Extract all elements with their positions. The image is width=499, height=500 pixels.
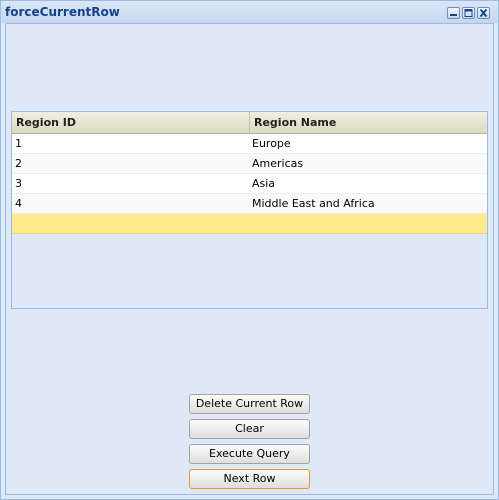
selected-table-row[interactable]	[12, 214, 487, 234]
cell-region-name: Middle East and Africa	[252, 197, 375, 210]
table-row[interactable]: 1 Europe	[12, 134, 487, 154]
close-icon[interactable]	[477, 7, 490, 19]
window: forceCurrentRow Region ID Region Name 1 …	[0, 0, 499, 500]
grid-rows: 1 Europe 2 Americas 3 Asia 4 Middle East…	[12, 134, 487, 234]
cell-region-name	[249, 214, 252, 233]
maximize-icon[interactable]	[462, 7, 475, 19]
cell-region-id: 1	[15, 137, 22, 150]
table-row[interactable]: 4 Middle East and Africa	[12, 194, 487, 214]
next-row-button[interactable]: Next Row	[189, 469, 310, 489]
cell-region-id: 2	[15, 157, 22, 170]
execute-query-button[interactable]: Execute Query	[189, 444, 310, 464]
table-row[interactable]: 3 Asia	[12, 174, 487, 194]
table-row[interactable]: 2 Americas	[12, 154, 487, 174]
column-header-region-name[interactable]: Region Name	[250, 112, 487, 133]
cell-region-id: 4	[15, 197, 22, 210]
column-header-region-id[interactable]: Region ID	[12, 112, 250, 133]
title-bar[interactable]: forceCurrentRow	[1, 1, 498, 23]
cell-region-name: Americas	[252, 157, 304, 170]
window-title: forceCurrentRow	[5, 5, 120, 19]
cell-region-id	[12, 214, 15, 233]
cell-region-name: Europe	[252, 137, 291, 150]
clear-button[interactable]: Clear	[189, 419, 310, 439]
delete-current-row-button[interactable]: Delete Current Row	[189, 394, 310, 414]
minimize-icon[interactable]	[447, 7, 460, 19]
region-grid: Region ID Region Name 1 Europe 2 America…	[11, 111, 488, 309]
cell-region-id: 3	[15, 177, 22, 190]
cell-region-name: Asia	[252, 177, 276, 190]
grid-header: Region ID Region Name	[12, 112, 487, 134]
